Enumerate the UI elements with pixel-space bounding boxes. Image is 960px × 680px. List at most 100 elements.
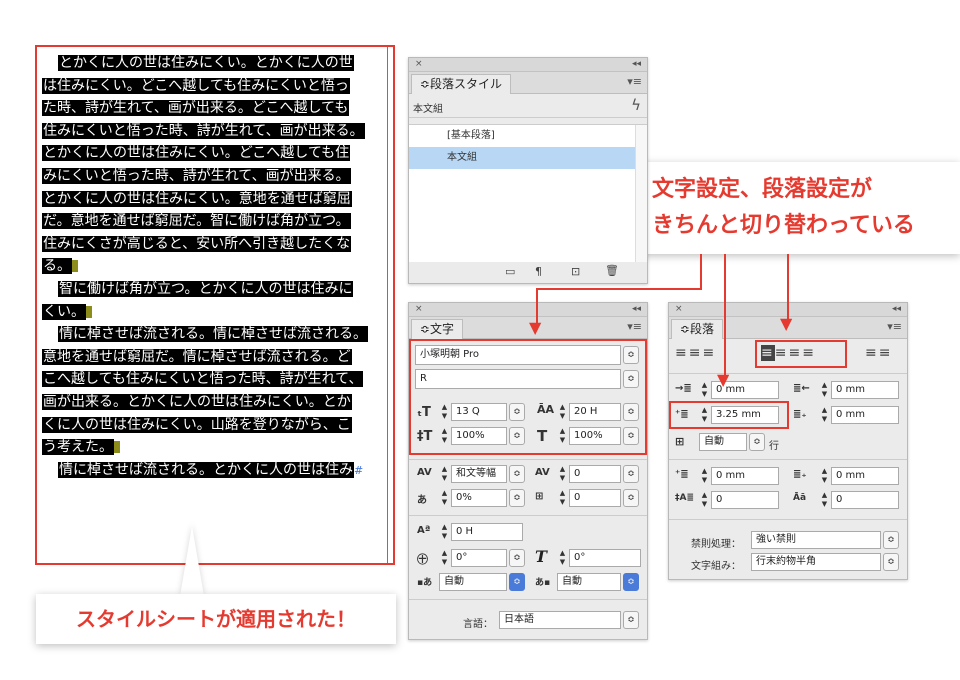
drop-lines-field[interactable]: 自動: [699, 433, 747, 451]
tsume-field[interactable]: 0%: [451, 489, 507, 507]
stepper-icon[interactable]: ▲ ▼: [557, 549, 568, 567]
close-icon[interactable]: ×: [415, 58, 423, 71]
chevron-down-icon[interactable]: ≎: [623, 573, 639, 591]
scrollbar[interactable]: [635, 125, 647, 262]
callout-switching: 文字設定、段落設定が きちんと切り替わっている: [640, 162, 960, 254]
stepper-icon[interactable]: ▲ ▼: [819, 467, 830, 485]
space-after-field[interactable]: 0 mm: [831, 467, 899, 485]
skew-field[interactable]: 0°: [569, 549, 641, 567]
panel-menu-icon[interactable]: ▾≡: [627, 75, 642, 88]
font-style-field[interactable]: R: [415, 369, 621, 389]
baseline-shift-field[interactable]: 0 H: [451, 523, 523, 541]
stepper-icon[interactable]: ▲ ▼: [439, 549, 450, 567]
aki-before-icon: ▪あ: [417, 578, 433, 588]
current-style-label: 本文組: [413, 104, 443, 115]
right-indent-field[interactable]: 0 mm: [831, 381, 899, 399]
collapse-icon[interactable]: ◂◂: [632, 58, 641, 71]
new-style-icon[interactable]: ⊡: [571, 265, 580, 278]
chevron-down-icon[interactable]: ≎: [509, 489, 525, 507]
stepper-icon[interactable]: ▲ ▼: [439, 489, 450, 507]
style-item-basic[interactable]: [基本段落]: [409, 125, 647, 147]
stepper-icon[interactable]: ▲ ▼: [439, 465, 450, 483]
stepper-icon[interactable]: ▲ ▼: [557, 465, 568, 483]
text-line-content: くい。: [42, 303, 86, 320]
aki-field[interactable]: 0: [569, 489, 621, 507]
align-left-group[interactable]: ≡≡≡: [675, 345, 716, 361]
collapse-icon[interactable]: ◂◂: [632, 303, 641, 316]
stepper-icon[interactable]: ▲ ▼: [819, 406, 830, 424]
first-indent-field[interactable]: 3.25 mm: [711, 406, 779, 424]
horizontal-scale-field[interactable]: 100%: [569, 427, 621, 445]
lightning-icon[interactable]: ϟ: [631, 96, 641, 114]
vertical-scale-field[interactable]: 100%: [451, 427, 507, 445]
aki-icon: ⊞: [535, 491, 544, 502]
text-line: 意地を通せば窮屈だ。情に棹させば流される。ど: [42, 346, 385, 369]
callout-tail: [180, 526, 204, 596]
callout-applied: スタイルシートが適用された！: [36, 594, 396, 644]
space-before-field[interactable]: 0 mm: [711, 467, 779, 485]
chevron-down-icon[interactable]: ≎: [623, 370, 639, 388]
trash-icon[interactable]: 🗑: [605, 264, 619, 277]
chevron-down-icon[interactable]: ≎: [623, 427, 639, 445]
chevron-down-icon[interactable]: ≎: [623, 489, 639, 507]
mojikumi-field[interactable]: 行末約物半角: [751, 553, 881, 571]
stepper-icon[interactable]: ▲ ▼: [439, 523, 450, 541]
chevron-down-icon[interactable]: ≎: [623, 403, 639, 421]
panel-menu-icon[interactable]: ▾≡: [627, 320, 642, 333]
text-line: 智に働けば角が立つ。とかくに人の世は住みに: [42, 278, 385, 301]
left-indent-icon: →≣: [675, 383, 692, 394]
stepper-icon[interactable]: ▲ ▼: [439, 427, 450, 445]
chevron-down-icon[interactable]: ≎: [623, 611, 639, 629]
chevron-down-icon[interactable]: ≎: [509, 427, 525, 445]
chevron-down-icon[interactable]: ≎: [623, 346, 639, 364]
stepper-icon[interactable]: ▲ ▼: [699, 491, 710, 509]
stepper-icon[interactable]: ▲ ▼: [699, 381, 710, 399]
font-family-field[interactable]: 小塚明朝 Pro: [415, 345, 621, 365]
chevron-down-icon[interactable]: ≎: [623, 465, 639, 483]
kinsoku-field[interactable]: 強い禁則: [751, 531, 881, 549]
tracking-field[interactable]: 0: [569, 465, 621, 483]
chevron-down-icon[interactable]: ≎: [509, 465, 525, 483]
stepper-icon[interactable]: ▲ ▼: [699, 467, 710, 485]
panel-menu-icon[interactable]: ▾≡: [887, 320, 902, 333]
close-icon[interactable]: ×: [675, 303, 683, 316]
tab-paragraph-styles[interactable]: ≎段落スタイル: [411, 74, 512, 94]
aki-after-field[interactable]: 自動: [557, 573, 621, 591]
last-indent-field[interactable]: 0 mm: [831, 406, 899, 424]
leading-field[interactable]: 20 H: [569, 403, 621, 421]
style-item-honbun[interactable]: 本文組: [409, 147, 647, 169]
chevron-down-icon[interactable]: ≎: [883, 531, 899, 549]
rotate-field[interactable]: 0°: [451, 549, 507, 567]
chevron-down-icon[interactable]: ≎: [509, 403, 525, 421]
chevron-down-icon[interactable]: ≎: [509, 549, 525, 567]
stepper-icon[interactable]: ▲ ▼: [699, 406, 710, 424]
drop-cap-chars-field[interactable]: 0: [831, 491, 899, 509]
tab-paragraph[interactable]: ≎段落: [671, 319, 724, 339]
chevron-down-icon[interactable]: ≎: [749, 433, 765, 451]
grid-icon: ⊞: [675, 435, 685, 448]
text-frame[interactable]: とかくに人の世は住みにくい。とかくに人の世 は住みにくい。どこへ越しても住みにくい…: [35, 45, 395, 565]
font-size-field[interactable]: 13 Q: [451, 403, 507, 421]
justify-group[interactable]: ≡≡≡≡: [761, 345, 816, 361]
drop-cap-lines-field[interactable]: 0: [711, 491, 779, 509]
folder-icon[interactable]: ▭: [505, 265, 515, 278]
tab-character[interactable]: ≎文字: [411, 319, 464, 339]
text-line-content: う考えた。: [42, 439, 114, 456]
chevron-down-icon[interactable]: ≎: [509, 573, 525, 591]
stepper-icon[interactable]: ▲ ▼: [439, 403, 450, 421]
stepper-icon[interactable]: ▲ ▼: [557, 427, 568, 445]
chevron-down-icon[interactable]: ≎: [883, 553, 899, 571]
kerning-field[interactable]: 和文等幅: [451, 465, 507, 483]
stepper-icon[interactable]: ▲ ▼: [557, 489, 568, 507]
clear-override-icon[interactable]: ¶: [535, 265, 542, 278]
arrow-down-icon: ▼: [780, 314, 793, 333]
collapse-icon[interactable]: ◂◂: [892, 303, 901, 316]
stepper-icon[interactable]: ▲ ▼: [819, 381, 830, 399]
stepper-icon[interactable]: ▲ ▼: [819, 491, 830, 509]
spine-align-group[interactable]: ≡≡: [865, 345, 892, 361]
language-field[interactable]: 日本語: [499, 611, 621, 629]
text-line: 住みにくいと悟った時、詩が生れて、画が出来る。: [42, 120, 385, 143]
stepper-icon[interactable]: ▲ ▼: [557, 403, 568, 421]
aki-before-field[interactable]: 自動: [439, 573, 507, 591]
close-icon[interactable]: ×: [415, 303, 423, 316]
